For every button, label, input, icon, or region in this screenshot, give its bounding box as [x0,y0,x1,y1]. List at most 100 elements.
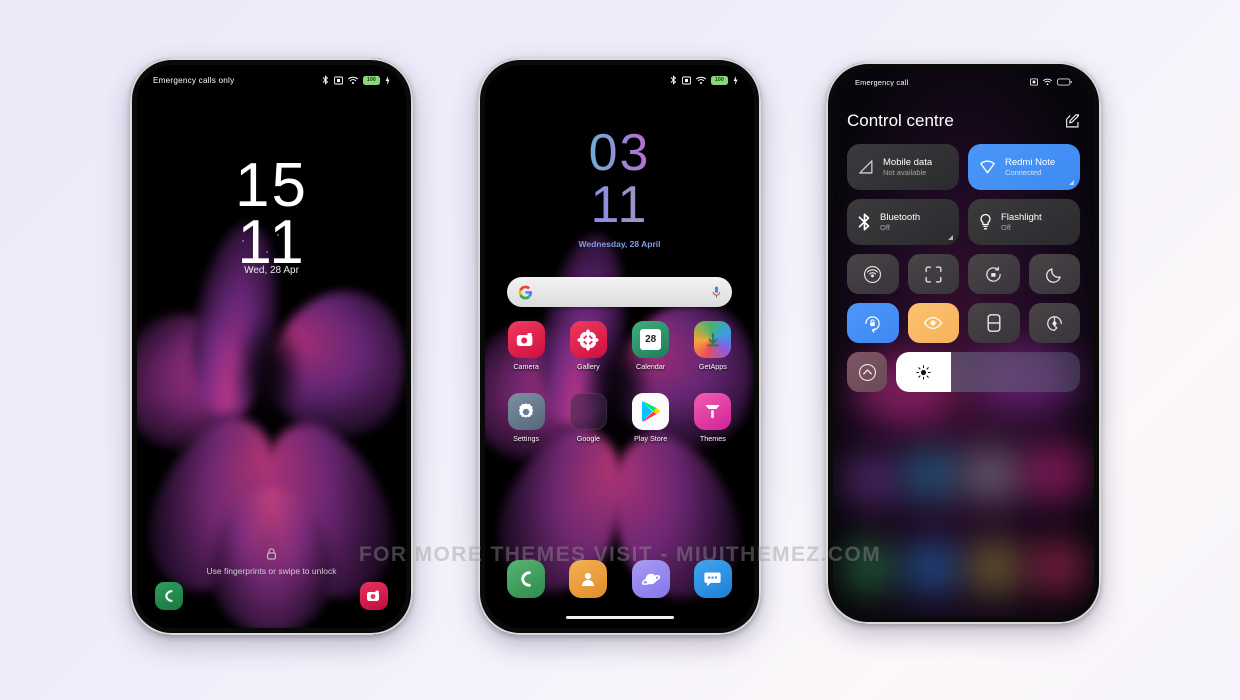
cast-icon [334,76,343,84]
camera-icon [507,321,545,358]
getapps-icon [694,321,732,358]
carrier-label: Emergency call [855,77,909,87]
cc-tile-label: Mobile data [883,157,933,168]
dock-item-contacts[interactable] [557,560,619,598]
browser-planet-icon [631,560,670,598]
home-gesture-bar[interactable] [565,616,674,619]
toggle-reading-mode[interactable] [907,303,959,343]
cc-tile-wifi[interactable]: Redmi Note Connected [968,144,1080,190]
toggle-rotation-lock[interactable] [847,303,899,343]
dnd-icon [858,363,876,381]
dock-item-messages[interactable] [682,560,744,598]
wallpaper-flower [137,65,406,628]
app-label: Gallery [576,362,600,371]
screenshot-icon [986,266,1002,282]
expand-corner-icon[interactable] [948,235,953,240]
app-label: Google [576,434,600,443]
app-label: Play Store [634,434,668,443]
scan-frame-icon [925,266,942,282]
page-title: Control centre [847,111,954,130]
wifi-icon [696,76,706,84]
status-icons: 100 [670,75,738,85]
google-g-icon [518,285,533,299]
cc-tile-label: Flashlight [1001,212,1042,223]
lock-clock: 15 11 [137,154,406,278]
charging-bolt-icon [733,75,738,85]
phone-handset-icon [507,560,546,598]
app-google-folder[interactable]: Google [557,393,619,443]
app-camera[interactable]: Camera [495,321,557,371]
app-label: Camera [513,362,539,371]
google-folder-icon [569,393,607,430]
cc-tile-label: Redmi Note [1005,157,1056,168]
lock-shortcut-camera[interactable] [360,582,388,610]
home-date: Wednesday, 28 April [578,239,661,249]
toggle-screenshot[interactable] [968,254,1020,294]
toggle-dnd[interactable] [847,352,887,392]
unlock-hint-text: Use fingerprints or swipe to unlock [206,566,337,576]
lock-shortcut-phone[interactable] [155,582,183,610]
phone-control-centre: Emergency call Control centre Mobile dat… [826,62,1101,624]
app-label: Themes [699,434,726,443]
cc-tile-status: Off [1001,223,1011,232]
app-settings[interactable]: Settings [495,393,557,443]
toggle-dark-mode[interactable] [1028,254,1080,294]
cast-icon [682,76,691,84]
app-getapps[interactable]: GetApps [682,321,744,371]
cast-screen-icon [1046,315,1062,331]
wifi-icon [348,76,358,84]
toggle-scan[interactable] [907,254,959,294]
app-grid-row1: Camera Gallery 28 Calendar GetApps [495,321,744,371]
google-search-bar[interactable] [507,277,732,307]
charging-bolt-icon [385,75,390,85]
reading-mode-eye-icon [924,317,943,329]
brightness-sun-icon [916,364,931,380]
toggle-cast-screen[interactable] [1028,303,1080,343]
microphone-icon[interactable] [712,285,721,300]
phone-lock-screen: Emergency calls only 100 15 11 Wed, 28 A… [130,58,413,635]
app-themes[interactable]: Themes [682,393,744,443]
wifi-tile-icon [980,160,995,174]
phone-home-screen: 100 03 11 Wednesday, 28 April Camera Gal… [478,58,761,635]
dark-mode-moon-icon [1045,267,1061,283]
app-play-store[interactable]: Play Store [620,393,682,443]
play-store-icon [632,393,670,430]
flashlight-icon [980,213,991,229]
cc-tile-flashlight[interactable]: Flashlight Off [968,199,1080,245]
lock-icon [267,548,276,560]
cc-tile-bluetooth[interactable]: Bluetooth Off [847,199,959,245]
home-dock [495,560,744,598]
dock-item-browser[interactable] [620,560,682,598]
phone1-screen: Emergency calls only 100 15 11 Wed, 28 A… [137,65,406,628]
status-icons: 100 [322,75,390,85]
cc-tiles-row-2: Bluetooth Off Flashlight Off [847,199,1080,245]
brightness-slider[interactable] [896,352,1080,392]
home-clock-hours: 03 [485,127,754,179]
edit-pencil-icon[interactable] [1065,113,1080,129]
phone3-screen: Emergency call Control centre Mobile dat… [833,69,1094,617]
themes-icon [694,393,732,430]
mobile-data-icon [859,160,873,174]
expand-corner-icon[interactable] [1069,180,1074,185]
cc-toggle-grid [847,254,1080,343]
cast-icon [1030,78,1038,86]
lock-unlock-hint-group: Use fingerprints or swipe to unlock [137,548,406,576]
dock-item-phone[interactable] [495,560,557,598]
messages-bubble-icon [693,560,732,598]
carrier-label: Emergency calls only [153,75,235,85]
bluetooth-icon [322,75,329,85]
control-centre-header: Control centre [847,111,1080,131]
app-calendar[interactable]: 28 Calendar [620,321,682,371]
battery-icon: 100 [711,75,728,85]
lock-clock-minutes: 11 [237,208,306,278]
app-label: Calendar [636,362,666,371]
cc-tile-mobile-data[interactable]: Mobile data Not available [847,144,959,190]
hotspot-icon [864,265,882,283]
toggle-hotspot[interactable] [847,254,899,294]
app-gallery[interactable]: Gallery [557,321,619,371]
battery-icon [1057,78,1072,86]
home-clock-minutes: 11 [485,179,754,231]
toggle-battery-saver[interactable] [968,303,1020,343]
gallery-icon [569,321,607,358]
cc-tile-status: Off [880,223,890,232]
